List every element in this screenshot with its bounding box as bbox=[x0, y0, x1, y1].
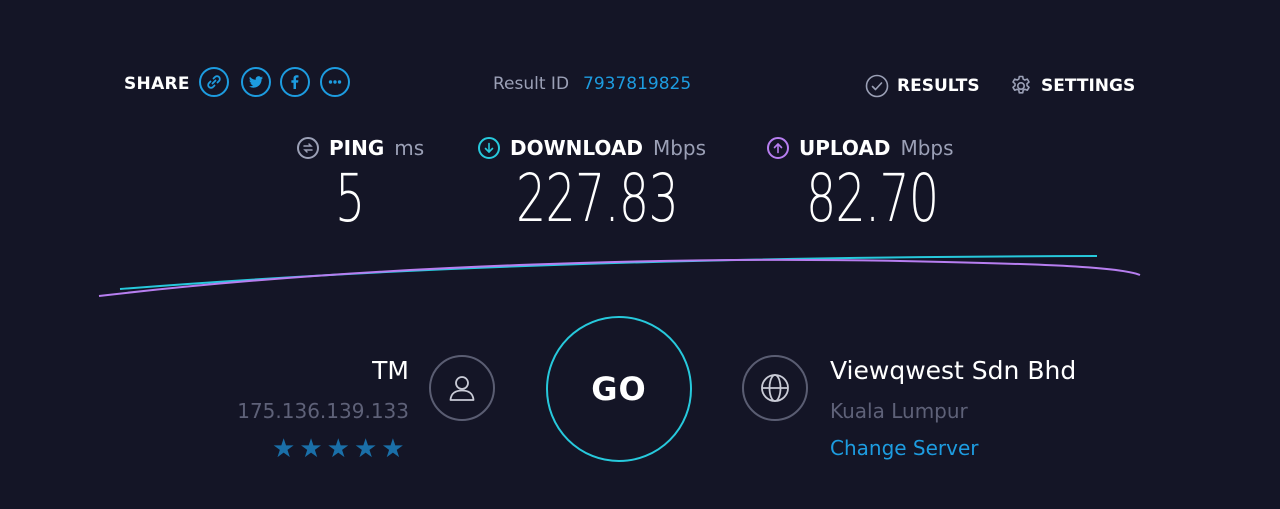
upload-header: UPLOAD Mbps bbox=[767, 136, 954, 160]
star-icon: ★ bbox=[353, 434, 378, 464]
star-icon: ★ bbox=[326, 434, 350, 464]
user-icon bbox=[449, 376, 475, 401]
ping-label: PING bbox=[329, 136, 385, 160]
globe-icon bbox=[761, 374, 789, 402]
star-icon: ★ bbox=[381, 434, 405, 464]
download-value: 227.83 bbox=[516, 160, 679, 237]
star-icon: ★ bbox=[272, 434, 296, 464]
server-globe bbox=[742, 355, 808, 421]
twitter-icon bbox=[249, 76, 263, 88]
result-id-link[interactable]: 7937819825 bbox=[583, 74, 691, 94]
ping-icon bbox=[297, 137, 319, 159]
check-circle-icon bbox=[865, 74, 889, 98]
download-unit: Mbps bbox=[652, 136, 707, 160]
isp-rating[interactable]: ★ ★ ★ ★ ★ bbox=[272, 434, 405, 464]
result-id-label: Result ID bbox=[493, 74, 570, 94]
change-server-link[interactable]: Change Server bbox=[830, 436, 979, 460]
share-link-button[interactable] bbox=[199, 67, 229, 97]
download-header: DOWNLOAD Mbps bbox=[478, 136, 706, 160]
share-label: SHARE bbox=[124, 74, 190, 94]
share-facebook-button[interactable] bbox=[280, 67, 310, 97]
upload-arrow-icon bbox=[767, 137, 789, 159]
star-icon: ★ bbox=[299, 434, 323, 464]
download-label: DOWNLOAD bbox=[510, 136, 643, 160]
share-twitter-button[interactable] bbox=[241, 67, 271, 97]
isp-avatar bbox=[429, 355, 495, 421]
results-button[interactable]: RESULTS bbox=[865, 74, 980, 98]
upload-label: UPLOAD bbox=[799, 136, 891, 160]
facebook-icon bbox=[291, 75, 299, 89]
settings-label: SETTINGS bbox=[1041, 76, 1136, 96]
ping-unit: ms bbox=[394, 136, 425, 160]
upload-value: 82.70 bbox=[806, 160, 939, 237]
server-name: Viewqwest Sdn Bhd bbox=[830, 356, 1077, 385]
isp-name: TM bbox=[372, 356, 409, 385]
upload-graph-line bbox=[98, 258, 1141, 297]
results-label: RESULTS bbox=[897, 76, 980, 96]
upload-unit: Mbps bbox=[900, 136, 954, 160]
isp-ip: 175.136.139.133 bbox=[237, 399, 409, 423]
speed-graph bbox=[98, 255, 1141, 297]
settings-button[interactable]: SETTINGS bbox=[1009, 74, 1135, 98]
share-more-button[interactable] bbox=[320, 67, 350, 97]
ping-value: 5 bbox=[335, 160, 365, 237]
link-icon bbox=[207, 75, 221, 89]
more-icon bbox=[328, 80, 342, 84]
go-button[interactable]: GO bbox=[546, 316, 692, 462]
gear-icon bbox=[1012, 75, 1030, 94]
download-arrow-icon bbox=[478, 137, 500, 159]
ping-header: PING ms bbox=[297, 136, 424, 160]
download-graph-line bbox=[119, 255, 1098, 290]
server-location: Kuala Lumpur bbox=[830, 399, 968, 423]
